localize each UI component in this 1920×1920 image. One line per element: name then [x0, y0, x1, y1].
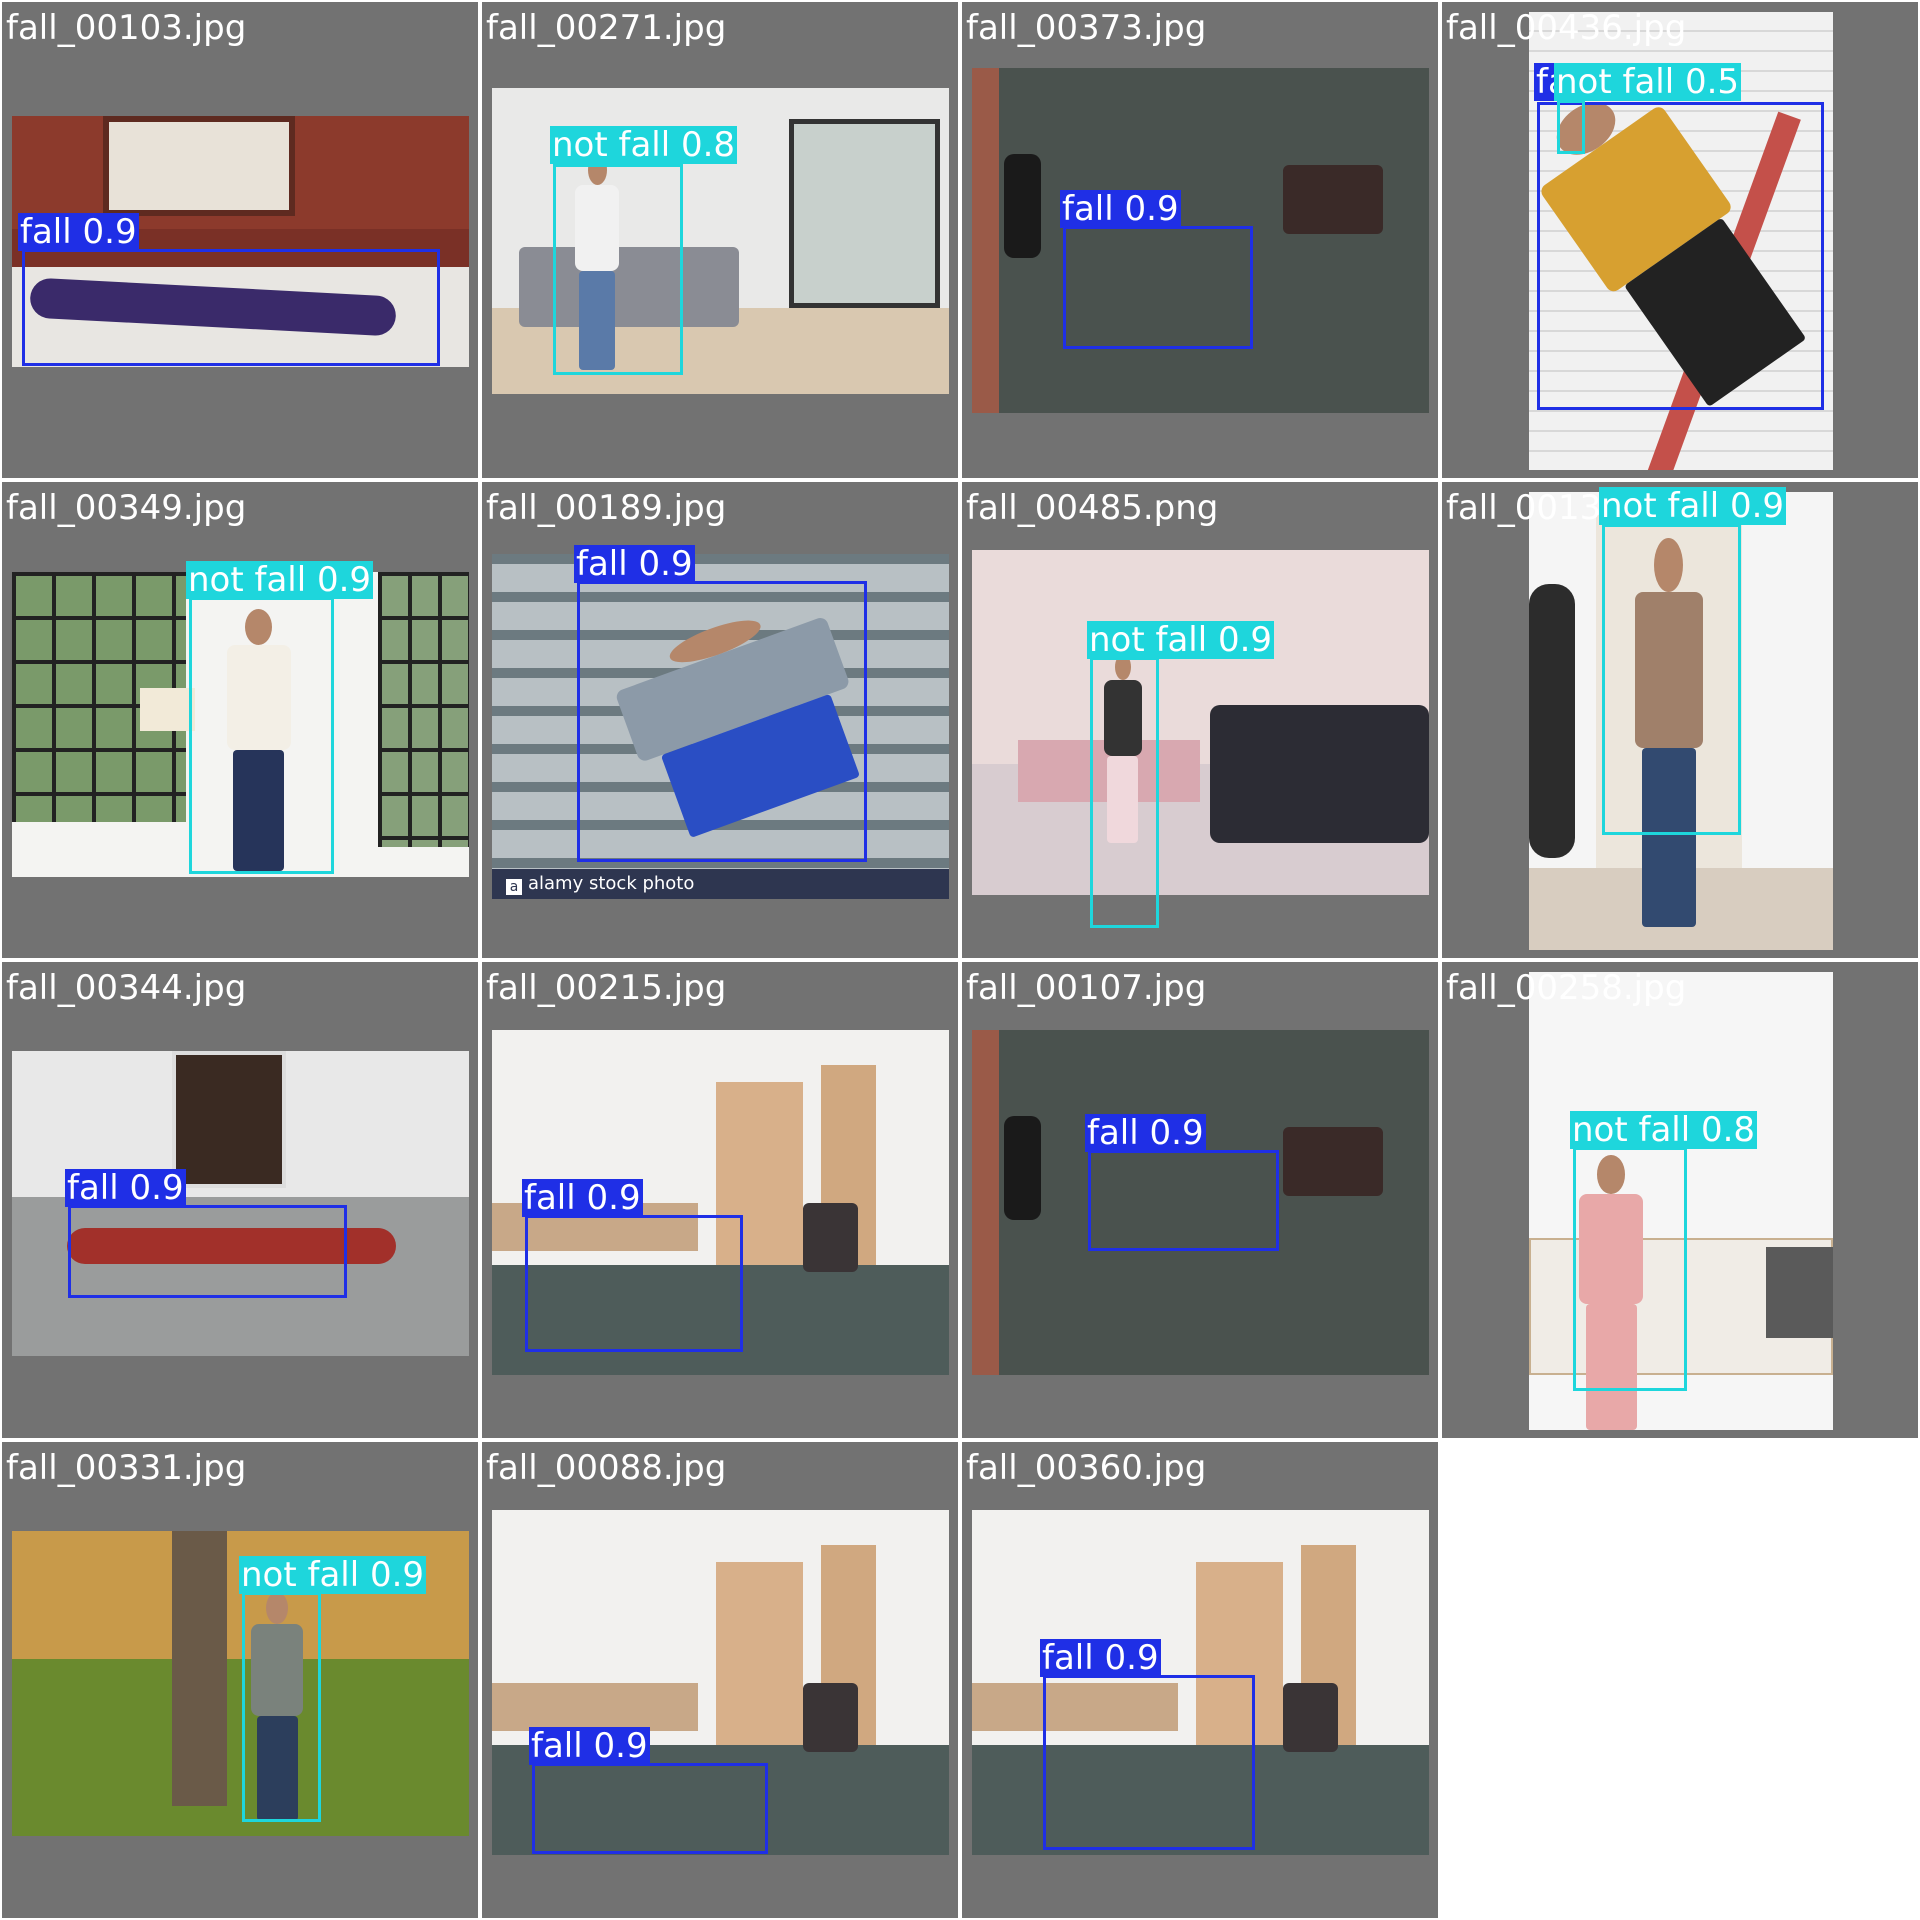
- chair: [802, 1202, 858, 1272]
- result-tile: fall_00373.jpgfall 0.9: [962, 2, 1438, 478]
- fall-bounding-box: [1088, 1150, 1279, 1251]
- result-tile: fall_00349.jpgnot fall 0.9: [2, 482, 478, 958]
- watermark-text: alamy stock photo: [528, 873, 695, 894]
- scene-photo: [972, 550, 1429, 895]
- detection-results-grid: fall_00103.jpg fall 0.9 fall_00271.jpg not …: [0, 0, 1920, 1920]
- not-fall-confidence-label: not fall 0.9: [1087, 620, 1275, 660]
- door: [715, 1561, 803, 1752]
- fall-confidence-label: fall 0.9: [1040, 1638, 1161, 1678]
- filename-label: fall_00107.jpg: [966, 968, 1207, 1008]
- not-fall-bounding-box: [553, 164, 683, 375]
- window-grid: [377, 572, 469, 847]
- result-tile: fall_00271.jpgnot fall 0.8: [482, 2, 958, 478]
- filename-label: fall_00189.jpg: [486, 488, 727, 528]
- filename-label: fall_00088.jpg: [486, 1448, 727, 1488]
- filename-label: fall_00360.jpg: [966, 1448, 1207, 1488]
- oven: [1766, 1246, 1833, 1339]
- fall-bounding-box: [1063, 226, 1253, 349]
- fall-confidence-label: fall 0.9: [65, 1168, 186, 1208]
- filename-label: fall_00103.jpg: [6, 8, 247, 48]
- chair: [1282, 1682, 1338, 1752]
- tree-trunk: [171, 1531, 227, 1806]
- fall-bounding-box: [532, 1763, 768, 1854]
- window: [103, 116, 296, 217]
- not-fall-bounding-box: [242, 1592, 321, 1822]
- not-fall-bounding-box: [1602, 524, 1741, 835]
- fall-bounding-box: [525, 1215, 743, 1352]
- wall-edge: [972, 68, 1000, 413]
- not-fall-confidence-label: not fall 0.9: [186, 560, 374, 600]
- wall-edge: [972, 1030, 1000, 1375]
- filename-label: fall_00344.jpg: [6, 968, 247, 1008]
- not-fall-bounding-box: [1557, 100, 1585, 154]
- mirror: [1529, 583, 1575, 859]
- fall-confidence-label: fall 0.9: [18, 212, 139, 252]
- fall-bounding-box: [1043, 1675, 1255, 1850]
- filename-label: fall_00331.jpg: [6, 1448, 247, 1488]
- fall-bounding-box: [577, 581, 867, 862]
- fall-bounding-box: [22, 249, 440, 366]
- filename-label: fall_00258.jpg: [1446, 968, 1687, 1008]
- fall-confidence-label: fall 0.9: [1085, 1113, 1206, 1153]
- filename-label: fall_00349.jpg: [6, 488, 247, 528]
- fall-confidence-label: fall 0.9: [522, 1178, 643, 1218]
- doors: [171, 1051, 287, 1189]
- alamy-icon: a: [506, 879, 522, 895]
- chair: [802, 1682, 858, 1752]
- not-fall-bounding-box: [189, 597, 334, 874]
- desk: [492, 1682, 698, 1731]
- result-tile: fall_00360.jpgfall 0.9: [962, 1442, 1438, 1918]
- result-tile: fall_00088.jpgfall 0.9: [482, 1442, 958, 1918]
- filename-label: fall_00271.jpg: [486, 8, 727, 48]
- result-tile: fall_00331.jpgnot fall 0.9: [2, 1442, 478, 1918]
- result-tile: fall_00344.jpgfall 0.9: [2, 962, 478, 1438]
- chair: [1282, 1126, 1384, 1196]
- chair: [1003, 1116, 1041, 1220]
- lamp: [139, 687, 195, 731]
- not-fall-bounding-box: [1573, 1147, 1687, 1391]
- not-fall-bounding-box: [1090, 657, 1159, 928]
- filename-label: fall_00485.png: [966, 488, 1219, 528]
- result-tile: fall_00107.jpgfall 0.9: [962, 962, 1438, 1438]
- filename-label: fall_00436.jpg: [1446, 8, 1687, 48]
- not-fall-confidence-label: not fall 0.8: [550, 125, 738, 165]
- filename-label: fall_00215.jpg: [486, 968, 727, 1008]
- sofa: [1209, 705, 1429, 844]
- result-tile: fall_00136.jpg not fall 0.9: [1442, 482, 1918, 958]
- fall-confidence-label: fall 0.9: [574, 544, 695, 584]
- not-fall-confidence-label: not fall 0.8: [1570, 1110, 1758, 1150]
- not-fall-confidence-label: not fall 0.5: [1554, 62, 1742, 102]
- result-tile: fall_00258.jpgnot fall 0.8: [1442, 962, 1918, 1438]
- fall-confidence-label: fall 0.9: [529, 1726, 650, 1766]
- result-tile: fall_00103.jpgfall 0.9: [2, 2, 478, 478]
- result-tile: fall_00436.jpgfall 0.9not fall 0.5: [1442, 2, 1918, 478]
- filename-label: fall_00373.jpg: [966, 8, 1207, 48]
- glass-door: [789, 118, 940, 309]
- result-tile: a alamy stock photo fall_00189.jpgfall 0.9: [482, 482, 958, 958]
- result-tile: fall_00215.jpgfall 0.9: [482, 962, 958, 1438]
- watermark-bar: a alamy stock photo: [492, 869, 949, 899]
- fall-bounding-box: [68, 1205, 347, 1298]
- chair: [1282, 164, 1384, 234]
- not-fall-confidence-label: not fall 0.9: [1599, 486, 1787, 526]
- chair: [1003, 154, 1041, 258]
- result-tile: fall_00485.pngnot fall 0.9: [962, 482, 1438, 958]
- fall-confidence-label: fall 0.9: [1060, 189, 1181, 229]
- not-fall-confidence-label: not fall 0.9: [239, 1555, 427, 1595]
